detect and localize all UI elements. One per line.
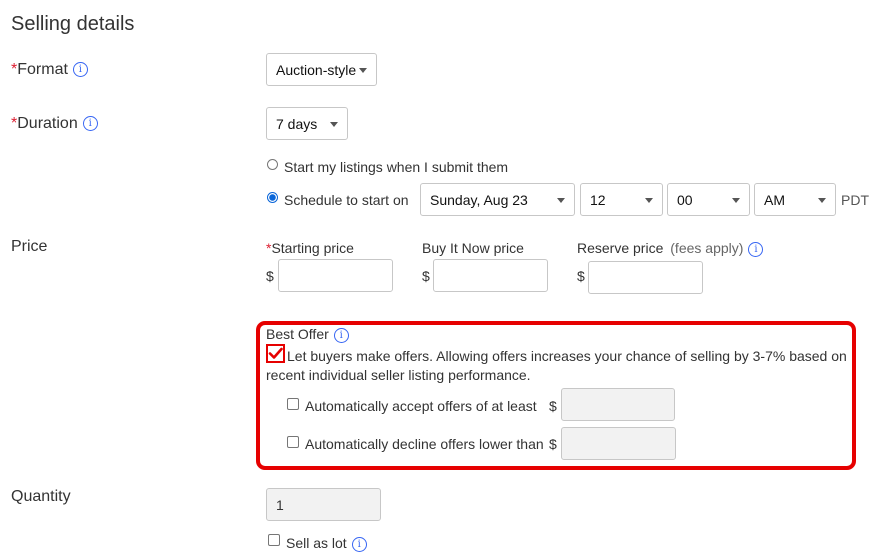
chevron-down-icon <box>557 197 565 203</box>
sell-as-lot-checkbox[interactable] <box>268 534 280 546</box>
sell-as-lot-label-text: Sell as lot <box>286 535 347 551</box>
schedule-ampm-value: AM <box>764 191 785 208</box>
info-icon[interactable]: i <box>351 536 367 552</box>
currency-symbol: $ <box>422 268 430 284</box>
duration-label: *Duration i <box>11 115 98 133</box>
reserve-price-label: Reserve price (fees apply) i <box>577 240 764 257</box>
schedule-hour-value: 12 <box>590 191 606 208</box>
buy-now-price-label: Buy It Now price <box>422 240 524 256</box>
reserve-fees-note: (fees apply) <box>670 240 744 256</box>
timezone-label: PDT <box>841 192 869 208</box>
info-icon[interactable]: i <box>72 62 88 78</box>
chevron-down-icon <box>645 197 653 203</box>
starting-price-input[interactable] <box>278 259 393 292</box>
info-icon[interactable]: i <box>748 241 764 257</box>
page-title: Selling details <box>11 13 135 35</box>
chevron-down-icon <box>330 121 338 127</box>
start-now-label: Start my listings when I submit them <box>284 159 509 175</box>
chevron-down-icon <box>818 197 826 203</box>
buy-now-price-input[interactable] <box>433 259 548 292</box>
schedule-date-value: Sunday, Aug 23 <box>430 191 528 208</box>
highlight-box <box>256 321 856 470</box>
format-label: *Format i <box>11 61 88 79</box>
schedule-hour-select[interactable]: 12 <box>580 183 663 216</box>
quantity-value: 1 <box>276 496 284 513</box>
format-select-value: Auction-style <box>276 61 357 78</box>
duration-label-text: Duration <box>17 115 78 132</box>
chevron-down-icon <box>732 197 740 203</box>
price-label: Price <box>11 238 48 255</box>
currency-symbol: $ <box>577 268 585 284</box>
quantity-label: Quantity <box>11 488 71 505</box>
currency-symbol: $ <box>266 268 274 284</box>
schedule-label: Schedule to start on <box>284 192 409 208</box>
quantity-input[interactable]: 1 <box>266 488 381 521</box>
format-select[interactable]: Auction-style <box>266 53 377 86</box>
schedule-radio[interactable] <box>267 192 278 203</box>
schedule-minute-select[interactable]: 00 <box>667 183 750 216</box>
reserve-price-label-text: Reserve price <box>577 240 664 256</box>
chevron-down-icon <box>359 67 367 73</box>
duration-select-value: 7 days <box>276 115 318 132</box>
schedule-minute-value: 00 <box>677 191 693 208</box>
sell-as-lot-label: Sell as lot i <box>286 535 367 552</box>
schedule-date-select[interactable]: Sunday, Aug 23 <box>420 183 575 216</box>
starting-price-label: *Starting price <box>266 240 354 256</box>
info-icon[interactable]: i <box>82 116 98 132</box>
format-label-text: Format <box>17 61 68 78</box>
start-now-radio[interactable] <box>267 159 278 170</box>
reserve-price-input[interactable] <box>588 261 703 294</box>
starting-price-label-text: Starting price <box>271 240 354 256</box>
schedule-ampm-select[interactable]: AM <box>754 183 836 216</box>
duration-select[interactable]: 7 days <box>266 107 348 140</box>
